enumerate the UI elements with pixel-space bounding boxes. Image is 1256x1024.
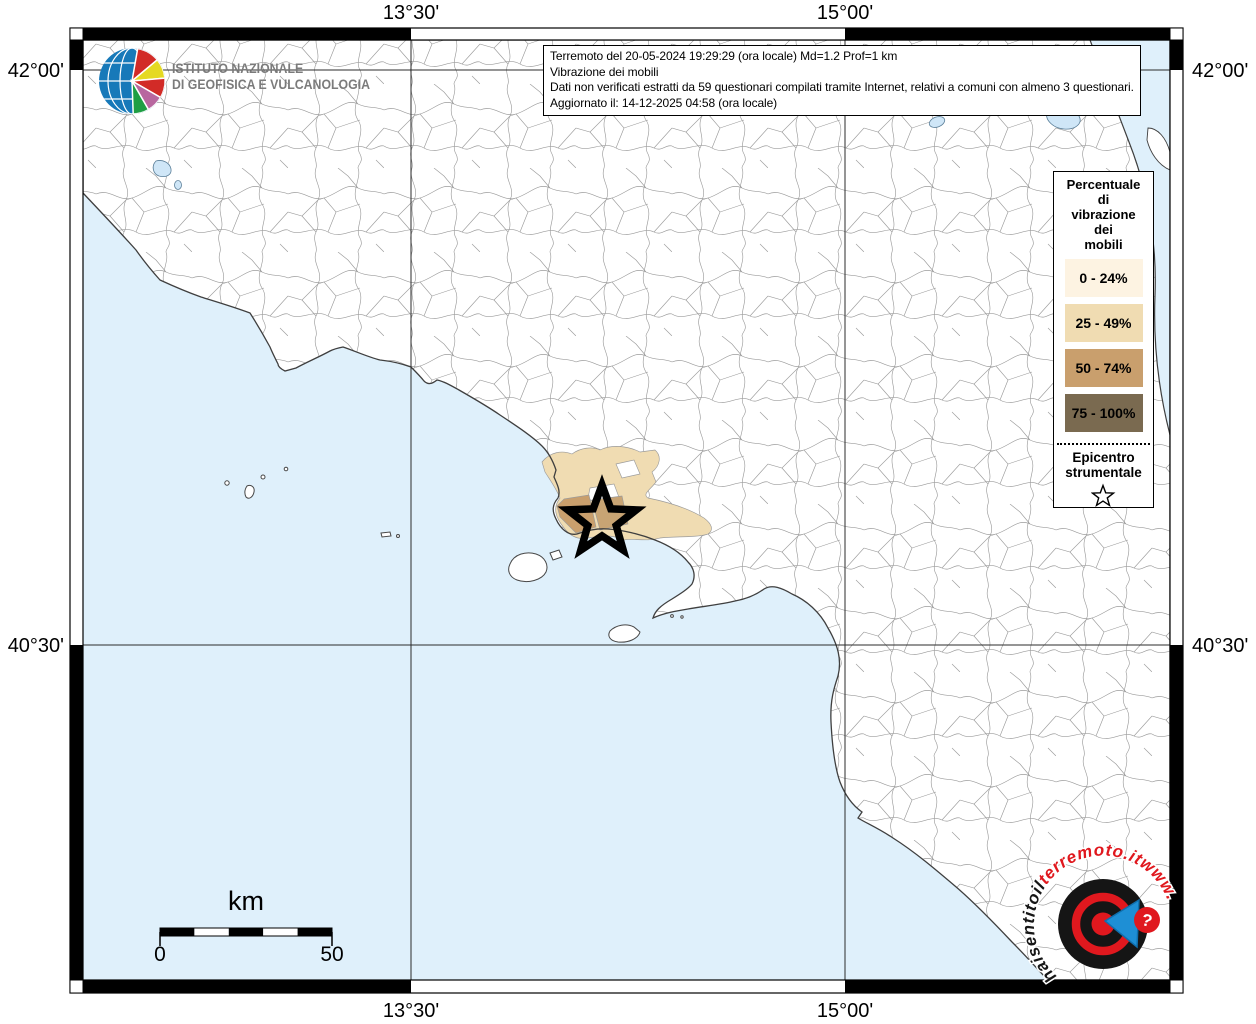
event-updated-line: Aggiornato il: 14-12-2025 04:58 (ora loc… <box>550 95 778 110</box>
island-ventotene <box>380 531 392 538</box>
legend-title-line: Percentuale <box>1066 177 1141 192</box>
lon-label-bottom-left: 13°30' <box>382 1000 440 1022</box>
legend-swatch-label: 25 - 49% <box>1075 315 1132 331</box>
ingv-globe-icon <box>99 48 165 114</box>
lon-label-bottom-right: 15°00' <box>816 1000 874 1022</box>
legend-swatch-25-49: 25 - 49% <box>1064 304 1143 342</box>
legend-epicenter-label: Epicentro strumentale <box>1054 450 1153 480</box>
ingv-logo-text: ISTITUTO NAZIONALE DI GEOFISICA E VULCAN… <box>172 60 370 92</box>
event-subtitle-line: Vibrazione dei mobili <box>550 64 659 79</box>
lat-label-left-bottom: 40°30' <box>7 635 64 657</box>
lon-label-top-right: 15°00' <box>816 2 874 24</box>
islet <box>283 466 289 472</box>
earthquake-map-page: 13°30' 15°00' 13°30' 15°00' 42°00' 40°30… <box>0 0 1256 1024</box>
event-title-line: Terremoto del 20-05-2024 19:29:29 (ora l… <box>550 49 898 63</box>
lon-label-top-left: 13°30' <box>382 2 440 24</box>
legend-box: Percentuale di vibrazione dei mobili 0 -… <box>1053 171 1154 508</box>
legend-title: Percentuale di vibrazione dei mobili <box>1054 177 1153 252</box>
legend-title-line: di <box>1097 192 1110 207</box>
ingv-name-line2: DI GEOFISICA E VULCANOLOGIA <box>172 76 371 92</box>
event-data-note-line: Dati non verificati estratti da 59 quest… <box>550 80 1134 94</box>
lat-label-left-top: 42°00' <box>7 60 64 82</box>
frame-corner <box>69 27 84 41</box>
logo-text-red: terremoto.it <box>1034 840 1146 887</box>
legend-swatch-50-74: 50 - 74% <box>1064 349 1143 387</box>
legend-swatch-0-24: 0 - 24% <box>1064 259 1143 297</box>
legend-epicenter-line: Epicentro <box>1072 450 1135 465</box>
logo-text-www: www. <box>1137 853 1182 902</box>
legend-star-icon <box>1054 483 1153 513</box>
lat-label-right-bottom: 40°30' <box>1192 635 1249 657</box>
lat-label-right-top: 42°00' <box>1192 60 1249 82</box>
legend-swatch-label: 50 - 74% <box>1075 360 1132 376</box>
ingv-name-line1: ISTITUTO NAZIONALE <box>172 60 304 76</box>
legend-swatch-75-100: 75 - 100% <box>1064 394 1143 432</box>
legend-title-line: vibrazione <box>1071 207 1136 222</box>
legend-swatch-label: 0 - 24% <box>1079 270 1128 286</box>
scalebar-unit: km <box>228 886 264 916</box>
legend-title-line: mobili <box>1084 237 1123 252</box>
logo-text-black: haisentitoil <box>1019 877 1060 987</box>
legend-title-line: dei <box>1094 222 1113 237</box>
frame-corner <box>69 979 84 994</box>
event-info-box: Terremoto del 20-05-2024 19:29:29 (ora l… <box>543 45 1141 116</box>
haisentitoilterremoto-logo: ? haisentitoilterremoto.itwww. <box>1017 839 1182 988</box>
scalebar-min: 0 <box>154 943 166 966</box>
island-zannone <box>260 474 266 480</box>
island-ischia <box>508 552 548 583</box>
legend-epicenter-line: strumentale <box>1065 465 1142 480</box>
frame-corner <box>1169 27 1184 41</box>
scalebar-max: 50 <box>320 943 344 966</box>
legend-swatch-label: 75 - 100% <box>1071 405 1136 421</box>
ingv-logo: ISTITUTO NAZIONALE DI GEOFISICA E VULCAN… <box>94 42 514 122</box>
legend-divider <box>1057 443 1150 445</box>
island-palmarola <box>224 480 230 486</box>
islet-li-galli <box>670 614 674 618</box>
islet <box>680 615 684 619</box>
island-santo-stefano <box>396 534 400 538</box>
